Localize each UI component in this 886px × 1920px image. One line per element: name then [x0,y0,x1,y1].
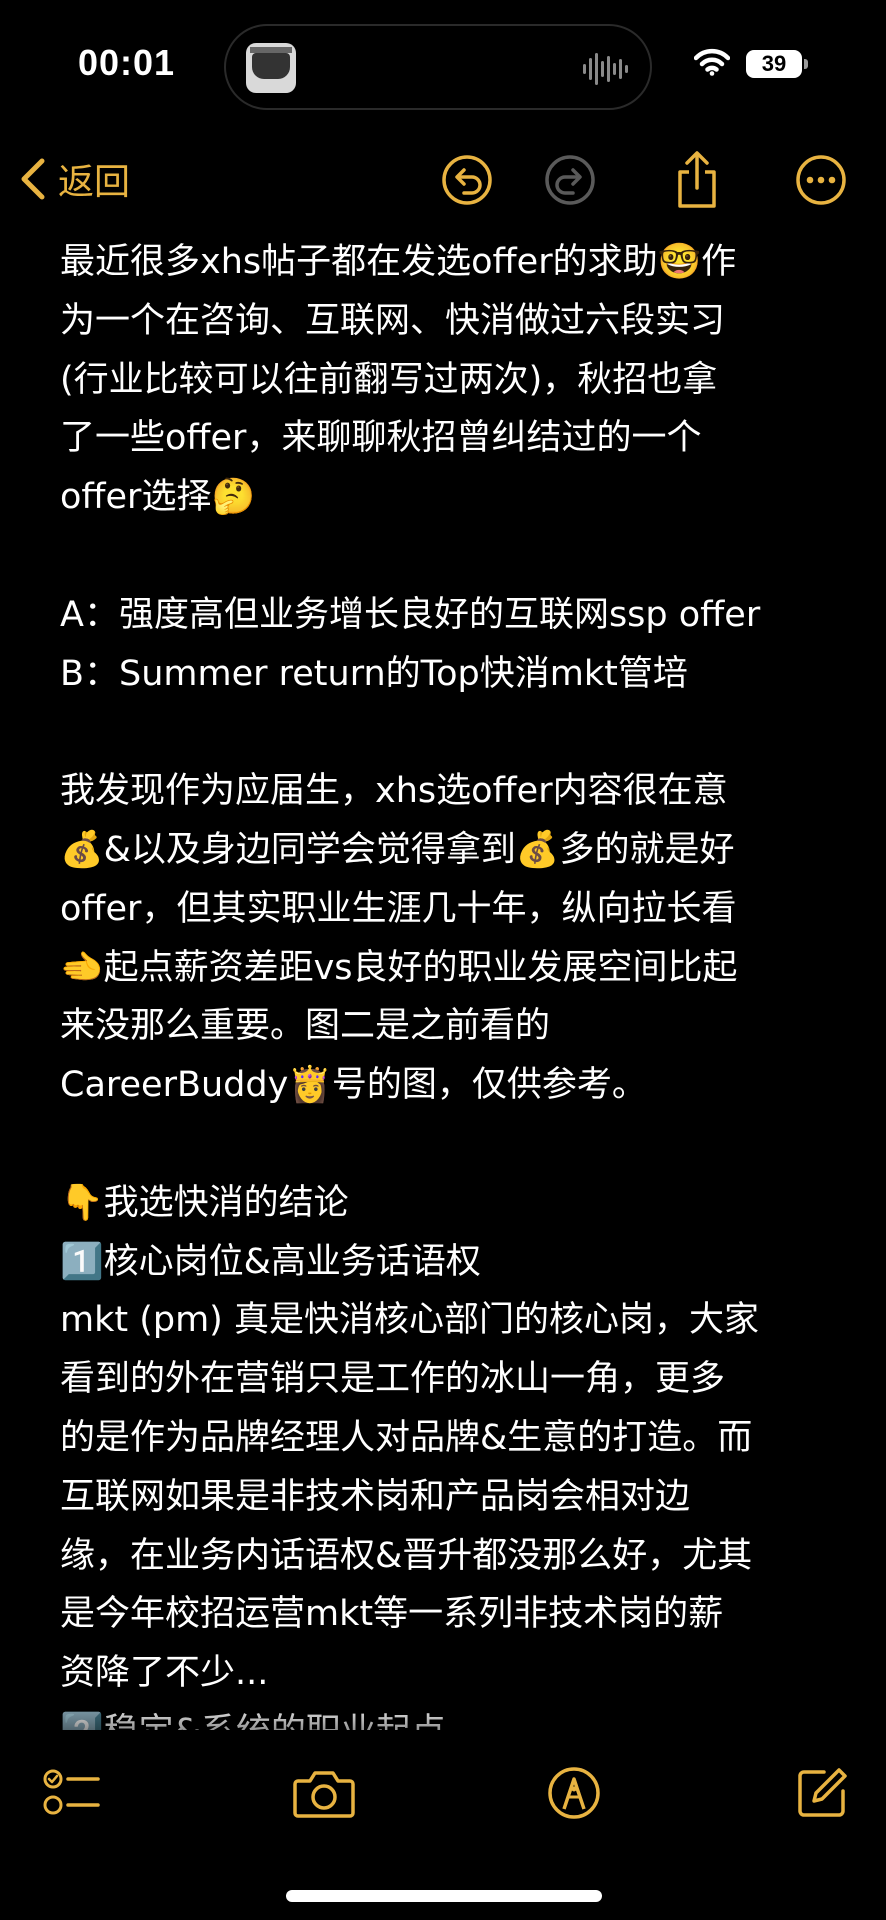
note-text-line: mkt (pm) 真是快消核心部门的核心岗，大家 [60,1300,759,1341]
note-text-line: 1️⃣核心岗位&高业务话语权 [60,1241,481,1282]
compose-button[interactable] [784,1758,860,1828]
back-button[interactable]: 返回 [18,144,130,214]
share-button[interactable] [657,140,737,220]
undo-icon [442,155,492,205]
note-text-line: offer选择🤔 [60,477,256,518]
note-blank-line [60,703,850,762]
note-text-line: 我发现作为应届生，xhs选offer内容很在意 [60,771,728,812]
dynamic-island[interactable] [224,24,652,110]
note-text-line: 的是作为品牌经理人对品牌&生意的打造。而 [60,1417,753,1458]
note-text-line: 🫲起点薪资差距vs良好的职业发展空间比起 [60,947,738,988]
battery-icon: 39 [746,50,802,78]
note-text-line: 了一些offer，来聊聊秋招曾纠结过的一个 [60,418,702,459]
note-text-line: 看到的外在营销只是工作的冰山一角，更多 [60,1359,726,1400]
note-text-line: CareerBuddy👸号的图，仅供参考。 [60,1065,647,1106]
compose-icon [798,1768,847,1817]
more-button[interactable] [781,140,861,220]
note-text-line: 互联网如果是非技术岗和产品岗会相对边 [60,1476,691,1517]
note-text-line: A：强度高但业务增长良好的互联网ssp offer [60,594,761,635]
note-text-line: offer，但其实职业生涯几十年，纵向拉长看 [60,888,737,929]
now-playing-thumbnail[interactable] [246,43,296,93]
note-text-line: (行业比较可以往前翻写过两次)，秋招也拿 [60,359,718,400]
battery-cap [804,59,808,69]
checklist-icon [43,1769,100,1815]
note-text-line: 资降了不少... [60,1653,269,1694]
note-text-line: 👇我选快消的结论 [60,1182,349,1223]
camera-icon [293,1771,355,1818]
nav-bar: 返回 [0,130,886,230]
redo-button[interactable] [530,140,610,220]
undo-button[interactable] [427,140,507,220]
camera-button[interactable] [286,1758,362,1828]
more-icon [796,155,846,205]
checklist-button[interactable] [34,1758,110,1828]
status-time: 00:01 [78,42,176,83]
note-text-line: 最近很多xhs帖子都在发选offer的求助🤓作 [60,242,737,282]
home-indicator [286,1890,602,1902]
note-text-line: 为一个在咨询、互联网、快消做过六段实习 [60,300,726,341]
back-chevron-icon [21,158,45,200]
note-text-line: 缘，在业务内话语权&晋升都没那么好，尤其 [60,1535,753,1576]
redo-icon [545,155,595,205]
note-blank-line [60,1115,850,1174]
note-text-line: 来没那么重要。图二是之前看的 [60,1006,551,1047]
note-text-line: 是今年校招运营mkt等一系列非技术岗的薪 [60,1594,724,1635]
markup-button[interactable] [536,1758,612,1828]
note-blank-line [60,527,850,586]
note-text-line: B：Summer return的Top快消mkt管培 [60,653,688,694]
wifi-icon [694,48,730,76]
share-icon [678,151,716,208]
markup-pen-icon [548,1767,600,1819]
status-bar: 00:01 39 [0,0,886,130]
note-body[interactable]: 最近很多xhs帖子都在发选offer的求助🤓作 为一个在咨询、互联网、快消做过六段… [60,233,850,1730]
audio-waveform-icon [583,52,628,86]
note-text-line: 💰&以及身边同学会觉得拿到💰多的就是好 [60,829,735,870]
back-label: 返回 [58,162,131,203]
